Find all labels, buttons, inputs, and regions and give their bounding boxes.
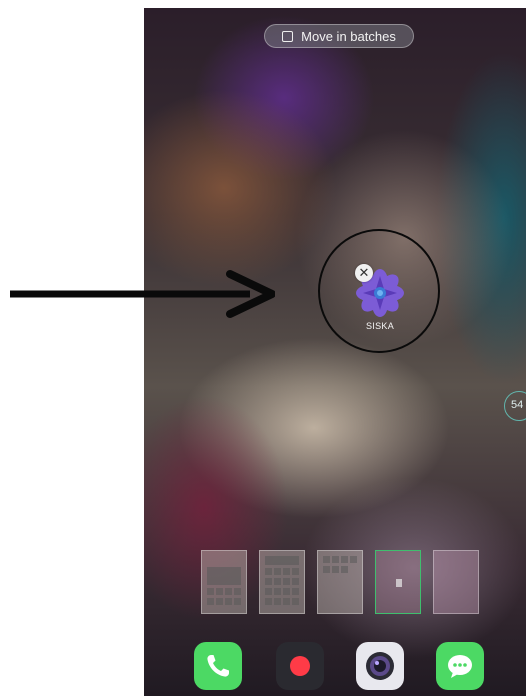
- widget-4x4-thumbnail[interactable]: [201, 550, 247, 614]
- screenshot-page: Move in batches ✕ SISKA 54: [0, 0, 526, 696]
- widget-grid-thumbnail[interactable]: [259, 550, 305, 614]
- widget-1x1-thumbnail[interactable]: [375, 550, 421, 614]
- arrow-annotation: [10, 270, 275, 318]
- widget-empty-thumbnail[interactable]: [433, 550, 479, 614]
- page-indicator-badge[interactable]: 54: [504, 391, 526, 421]
- checkbox-icon[interactable]: [282, 30, 294, 42]
- message-icon[interactable]: [436, 642, 484, 690]
- camera-icon[interactable]: [356, 642, 404, 690]
- circle-annotation: [318, 229, 440, 353]
- page-thumbnails: [201, 550, 481, 616]
- move-in-batches-button[interactable]: Move in batches: [264, 24, 414, 48]
- move-in-batches-label: Move in batches: [301, 28, 396, 44]
- record-icon[interactable]: [276, 642, 324, 690]
- phone-home-screen: Move in batches ✕ SISKA 54: [144, 8, 526, 696]
- phone-icon[interactable]: [194, 642, 242, 690]
- widget-small-grid-thumbnail[interactable]: [317, 550, 363, 614]
